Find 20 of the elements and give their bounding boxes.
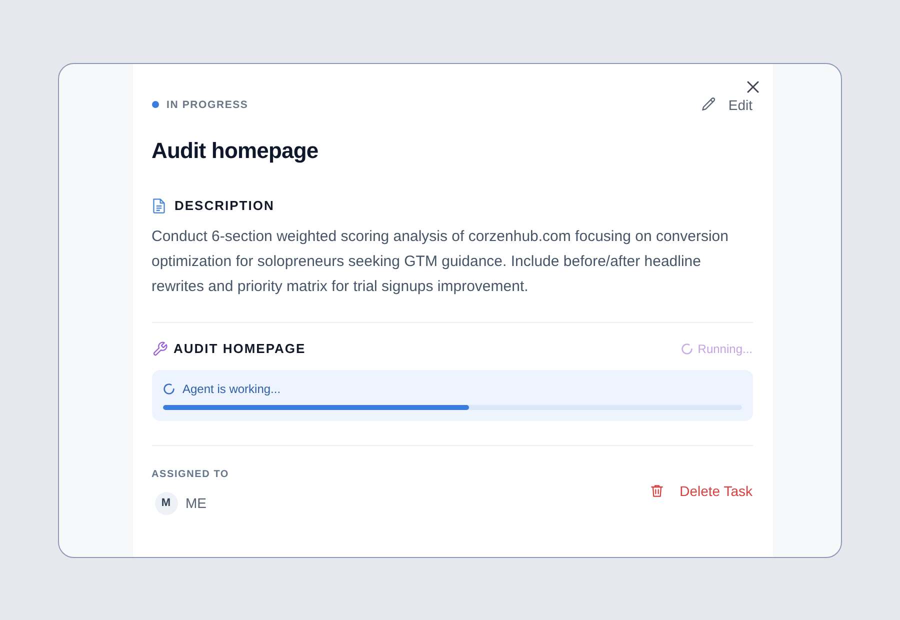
spinner-icon bbox=[680, 342, 693, 354]
wrench-icon bbox=[152, 340, 168, 356]
description-text: Conduct 6-section weighted scoring analysis of corzenhub.com focusing on conversion optimization for solopreneurs seeking GTM guidance. Include before/after headline rewrites and priority matrix for trial signups improvement. bbox=[152, 226, 730, 296]
task-title: Audit homepage bbox=[152, 136, 320, 165]
trash-icon bbox=[648, 483, 665, 499]
description-heading: DESCRIPTION bbox=[174, 198, 274, 213]
progress-label: Agent is working... bbox=[182, 382, 281, 396]
pencil-icon bbox=[700, 96, 718, 113]
running-status: Running... bbox=[698, 342, 752, 356]
close-button[interactable] bbox=[746, 80, 758, 92]
avatar: M bbox=[154, 492, 178, 514]
tool-heading: AUDIT HOMEPAGE bbox=[174, 341, 306, 356]
assigned-label: ASSIGNED TO bbox=[152, 468, 230, 482]
edit-button[interactable]: Edit bbox=[689, 92, 764, 117]
status-label: IN PROGRESS bbox=[166, 98, 248, 110]
spinner-icon bbox=[162, 382, 174, 394]
close-icon bbox=[746, 80, 758, 92]
delete-button[interactable]: Delete Task bbox=[638, 479, 764, 503]
document-icon bbox=[152, 198, 166, 214]
assignee-name: ME bbox=[186, 495, 206, 511]
